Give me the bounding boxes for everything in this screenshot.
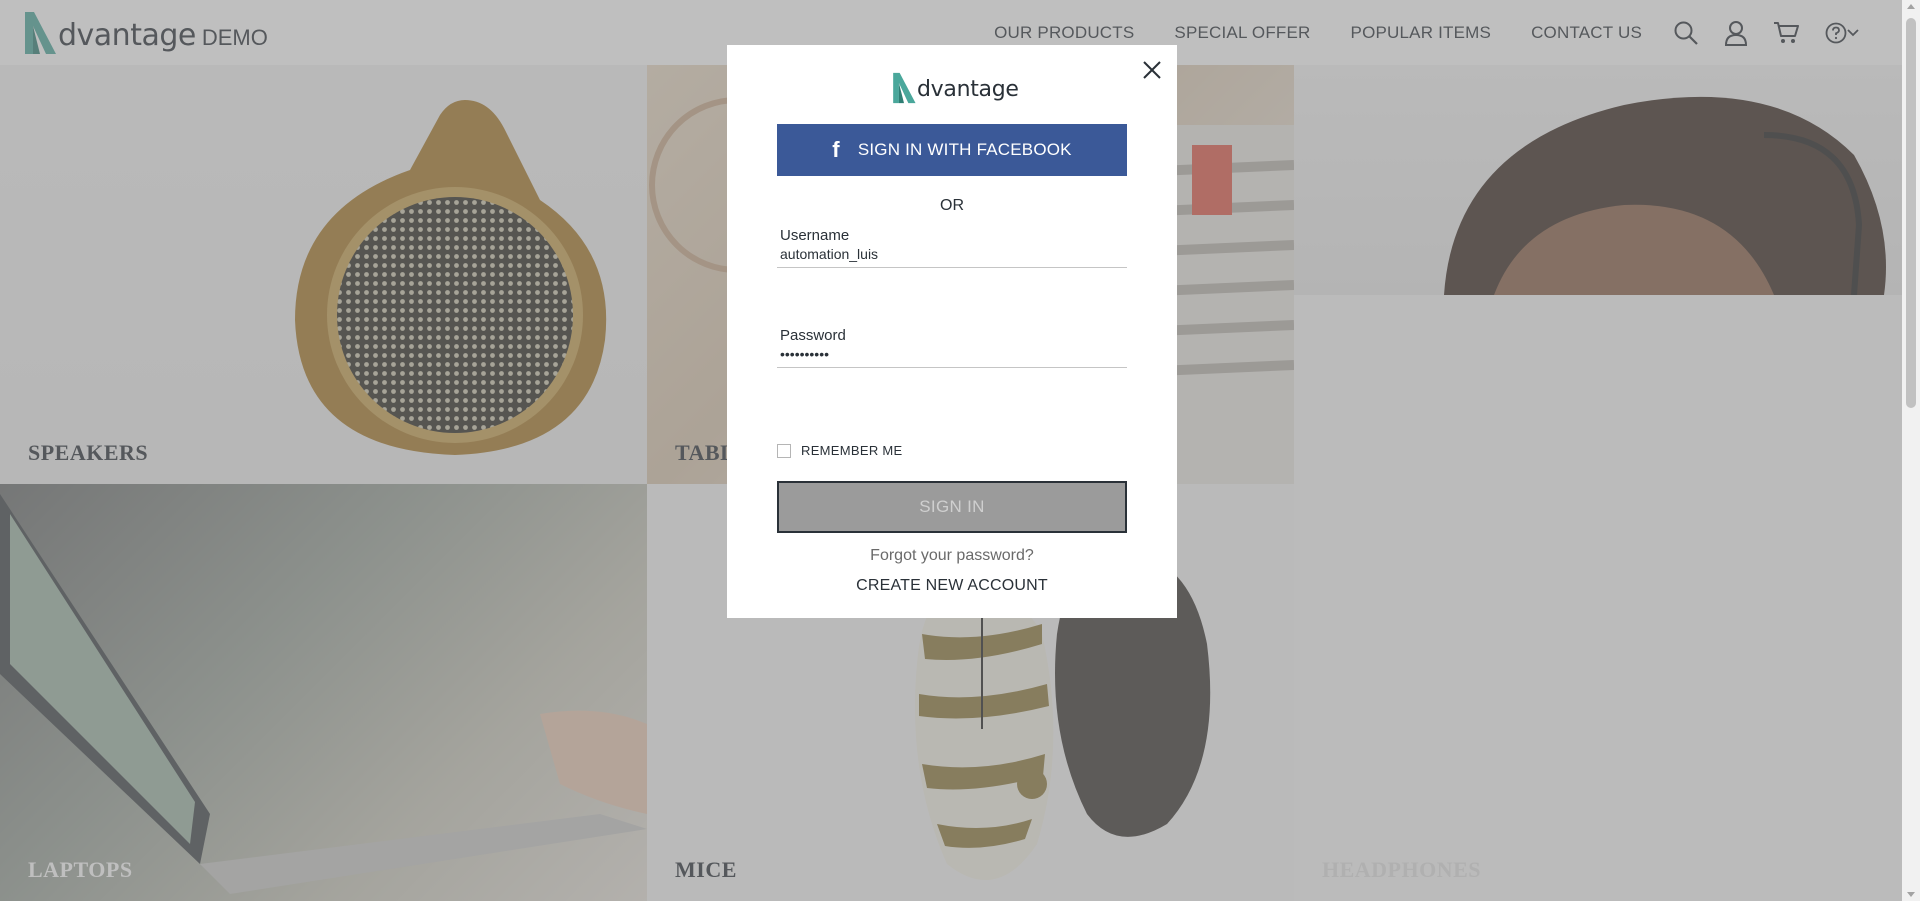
forgot-password-link[interactable]: Forgot your password? [727, 547, 1177, 565]
scroll-up-arrow[interactable] [1907, 4, 1915, 9]
facebook-icon: f [832, 137, 840, 162]
close-icon[interactable] [1141, 59, 1163, 81]
advantage-logo-mark [893, 72, 916, 104]
username-label: Username [780, 227, 850, 244]
page-scrollbar[interactable] [1902, 0, 1920, 901]
password-field-group: Password [777, 327, 1127, 368]
modal-logo: dvantage [891, 69, 1019, 105]
password-label: Password [780, 327, 846, 344]
username-input[interactable] [777, 244, 1127, 268]
modal-logo-word: dvantage [917, 77, 1019, 102]
remember-me-label: REMEMBER ME [801, 443, 903, 458]
scroll-thumb[interactable] [1906, 18, 1916, 408]
facebook-signin-label: SIGN IN WITH FACEBOOK [857, 140, 1072, 159]
remember-me-option[interactable]: REMEMBER ME [777, 443, 903, 458]
facebook-signin-button[interactable]: f SIGN IN WITH FACEBOOK [777, 124, 1127, 176]
create-account-link[interactable]: CREATE NEW ACCOUNT [727, 577, 1177, 595]
scroll-down-arrow[interactable] [1907, 892, 1915, 897]
or-divider: OR [940, 197, 964, 214]
username-field-group: Username [777, 227, 1127, 268]
sign-in-button[interactable]: SIGN IN [777, 481, 1127, 533]
password-input[interactable] [777, 344, 1127, 368]
remember-me-checkbox[interactable] [777, 443, 791, 458]
login-modal: dvantage f SIGN IN WITH FACEBOOK OR User… [727, 45, 1177, 618]
